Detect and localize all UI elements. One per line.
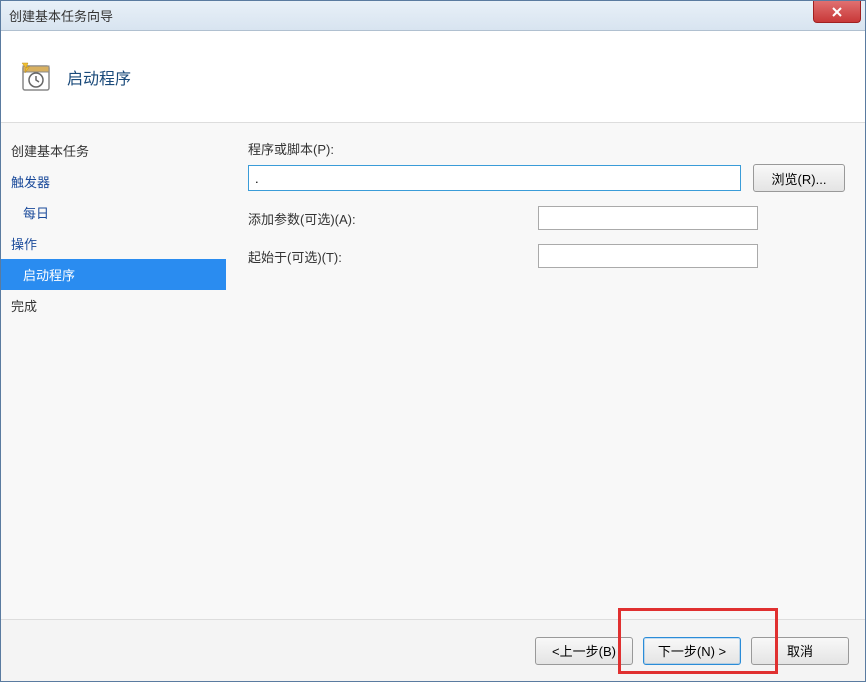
browse-button[interactable]: 浏览(R)... [753, 164, 845, 192]
wizard-content: 程序或脚本(P): 浏览(R)... 添加参数(可选)(A): 起始于(可选)(… [226, 123, 865, 619]
startin-input[interactable] [538, 244, 758, 268]
program-script-input[interactable] [248, 165, 741, 191]
arguments-row: 添加参数(可选)(A): [248, 206, 845, 230]
window-title: 创建基本任务向导 [9, 6, 113, 25]
startin-label: 起始于(可选)(T): [248, 247, 538, 266]
sidebar-item-daily[interactable]: 每日 [1, 197, 226, 228]
wizard-footer: <上一步(B) 下一步(N) > 取消 [1, 619, 865, 681]
task-clock-icon [19, 60, 53, 94]
page-title: 启动程序 [67, 65, 131, 89]
back-button[interactable]: <上一步(B) [535, 637, 633, 665]
close-button[interactable] [813, 1, 861, 23]
next-button[interactable]: 下一步(N) > [643, 637, 741, 665]
wizard-body: 创建基本任务 触发器 每日 操作 启动程序 完成 程序或脚本(P): 浏览(R)… [1, 123, 865, 619]
program-input-row: 浏览(R)... [248, 164, 845, 192]
sidebar-item-create-task[interactable]: 创建基本任务 [1, 135, 226, 166]
program-script-label: 程序或脚本(P): [248, 139, 845, 158]
close-icon [831, 6, 843, 18]
startin-row: 起始于(可选)(T): [248, 244, 845, 268]
titlebar: 创建基本任务向导 [1, 1, 865, 31]
arguments-label: 添加参数(可选)(A): [248, 209, 538, 228]
sidebar-item-action[interactable]: 操作 [1, 228, 226, 259]
wizard-header: 启动程序 [1, 31, 865, 123]
sidebar-item-finish[interactable]: 完成 [1, 290, 226, 321]
sidebar-item-start-program[interactable]: 启动程序 [1, 259, 226, 290]
program-script-row: 程序或脚本(P): 浏览(R)... [248, 139, 845, 192]
wizard-steps-sidebar: 创建基本任务 触发器 每日 操作 启动程序 完成 [1, 123, 226, 619]
arguments-input[interactable] [538, 206, 758, 230]
wizard-window: 创建基本任务向导 启动程序 创建基本任务 触发器 每日 操作 启动程序 完成 [0, 0, 866, 682]
cancel-button[interactable]: 取消 [751, 637, 849, 665]
sidebar-item-trigger[interactable]: 触发器 [1, 166, 226, 197]
